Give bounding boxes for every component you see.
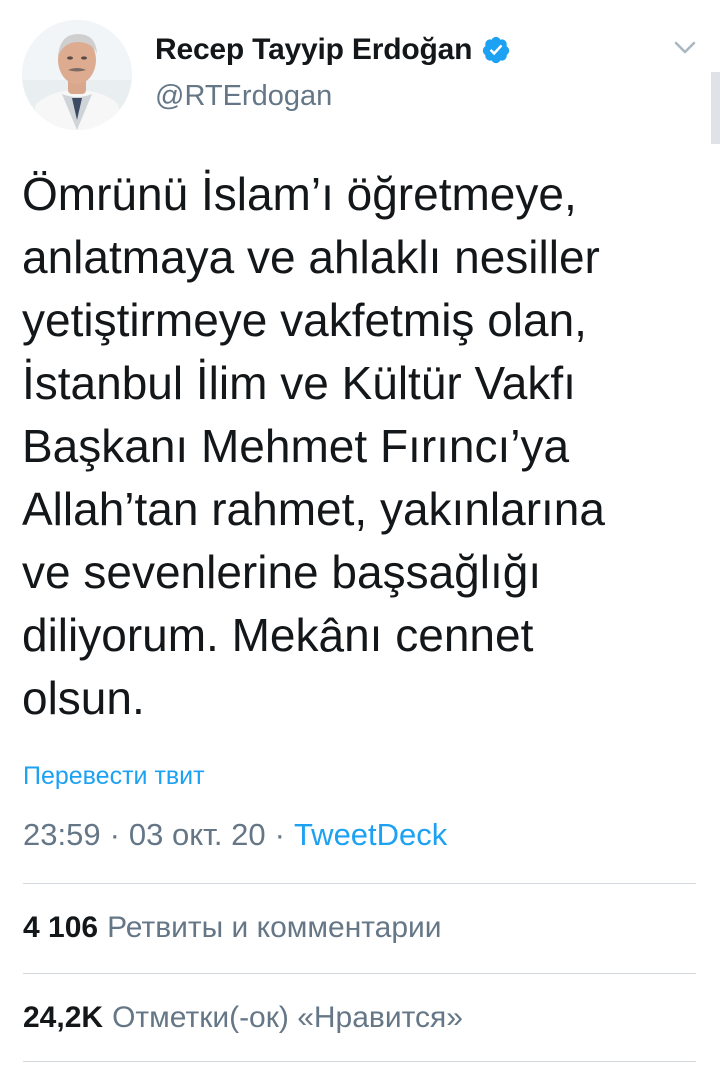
avatar[interactable] [22, 20, 132, 130]
retweets-label: Ретвиты и комментарии [107, 911, 442, 944]
divider [23, 883, 696, 884]
likes-stat[interactable]: 24,2K Отметки(-ок) «Нравится» [23, 1001, 463, 1035]
likes-count: 24,2K [23, 1001, 104, 1034]
chevron-down-icon[interactable] [668, 34, 702, 62]
user-display-name[interactable]: Recep Tayyip Erdoğan [155, 33, 472, 67]
divider [23, 1061, 696, 1062]
meta-separator: · [274, 817, 285, 852]
tweet-time: 23:59 [23, 817, 101, 852]
tweet-text: Ömrünü İslam’ı öğretmeye, anlatmaya ve a… [22, 168, 605, 724]
scrollbar[interactable] [711, 72, 720, 144]
tweet-source-link[interactable]: TweetDeck [294, 817, 447, 853]
avatar-image [22, 20, 132, 130]
verified-badge-icon [481, 35, 511, 65]
divider [23, 973, 696, 974]
user-handle[interactable]: @RTErdogan [155, 80, 332, 113]
user-name-row[interactable]: Recep Tayyip Erdoğan [155, 30, 511, 70]
retweets-stat[interactable]: 4 106 Ретвиты и комментарии [23, 911, 442, 945]
tweet-meta: 23:59 · 03 окт. 20 · TweetDeck [23, 817, 447, 853]
meta-separator: · [109, 817, 120, 852]
retweets-count: 4 106 [23, 911, 99, 944]
translate-tweet-link[interactable]: Перевести твит [23, 762, 205, 791]
tweet-date: 03 окт. 20 [128, 817, 266, 852]
likes-label: Отметки(-ок) «Нравится» [112, 1001, 463, 1034]
